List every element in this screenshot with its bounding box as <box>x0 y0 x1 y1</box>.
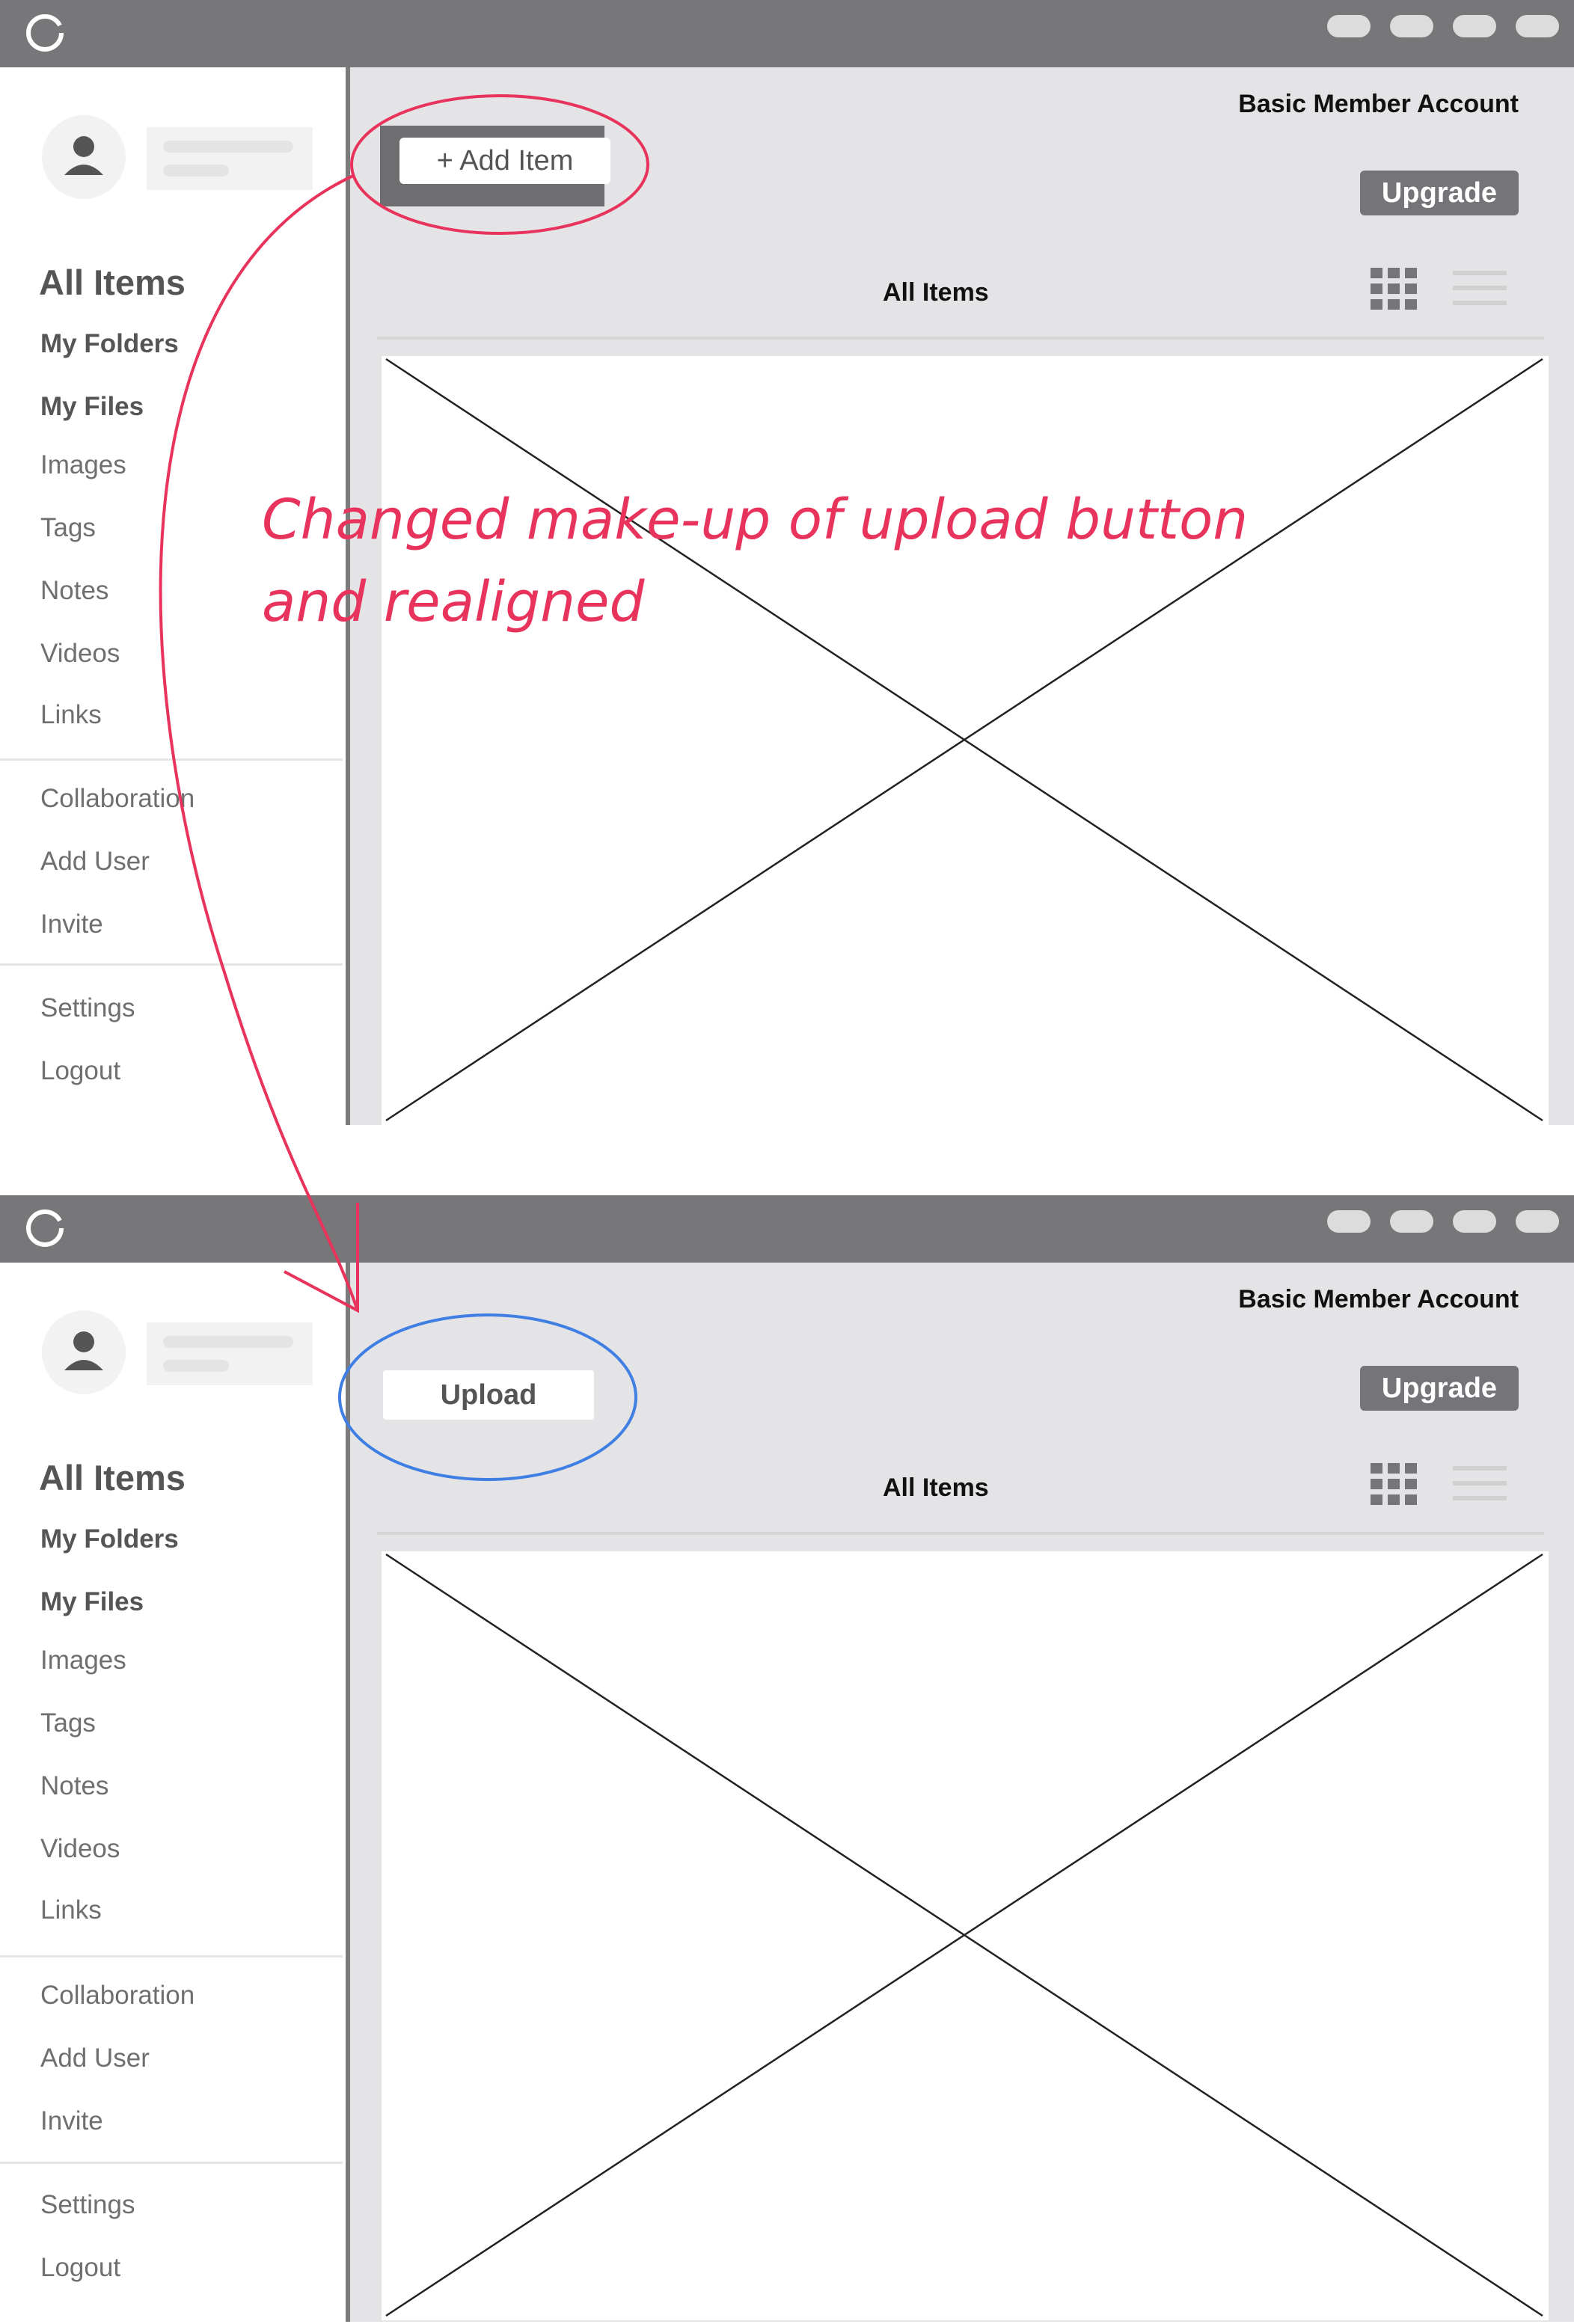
sidebar-item-my-folders[interactable]: My Folders <box>40 329 179 359</box>
sidebar-divider <box>0 963 343 966</box>
upload-button[interactable]: Upload <box>383 1370 594 1420</box>
sidebar-item-logout[interactable]: Logout <box>40 1056 120 1086</box>
window-control-button[interactable] <box>1516 15 1559 37</box>
upgrade-button[interactable]: Upgrade <box>1360 171 1519 215</box>
window-control-button[interactable] <box>1453 15 1496 37</box>
user-name-placeholder <box>147 127 313 190</box>
sidebar-title[interactable]: All Items <box>39 1457 186 1498</box>
account-type-label: Basic Member Account <box>1238 1285 1519 1313</box>
add-item-container: + Add Item <box>380 126 610 206</box>
main-panel: Upload Basic Member Account Upgrade All … <box>346 1263 1574 2322</box>
sidebar-divider <box>0 758 343 761</box>
sidebar-item-add-user[interactable]: Add User <box>40 847 150 877</box>
sidebar-item-images[interactable]: Images <box>40 450 126 480</box>
app-logo-icon <box>26 14 64 52</box>
sidebar-divider <box>0 1955 343 1957</box>
window-control-button[interactable] <box>1453 1210 1496 1233</box>
sidebar-item-logout[interactable]: Logout <box>40 2253 120 2283</box>
annotation-note: Changed make-up of upload button and rea… <box>262 479 1309 643</box>
user-icon <box>64 1331 103 1370</box>
content-image-placeholder <box>382 356 1549 1125</box>
upgrade-button[interactable]: Upgrade <box>1360 1366 1519 1411</box>
sidebar-item-my-files[interactable]: My Files <box>40 1587 144 1617</box>
sidebar-item-videos[interactable]: Videos <box>40 1834 120 1864</box>
account-type-label: Basic Member Account <box>1238 90 1519 118</box>
avatar[interactable] <box>42 115 126 199</box>
sidebar-item-tags[interactable]: Tags <box>40 513 96 543</box>
user-name-placeholder <box>147 1322 313 1385</box>
title-bar <box>0 1195 1574 1263</box>
placeholder-cross-icon <box>385 1553 1543 2317</box>
wireframe-after: All Items My Folders My Files Images Tag… <box>0 1195 1574 2322</box>
sidebar-item-videos[interactable]: Videos <box>40 639 120 669</box>
annotation-line-2: and realigned <box>262 570 645 634</box>
sidebar-divider <box>0 2162 343 2164</box>
sidebar-item-settings[interactable]: Settings <box>40 2190 135 2220</box>
sidebar-item-add-user[interactable]: Add User <box>40 2044 150 2073</box>
title-bar <box>0 0 1574 67</box>
sidebar-item-notes[interactable]: Notes <box>40 1771 108 1801</box>
sidebar-item-collaboration[interactable]: Collaboration <box>40 1981 195 2011</box>
sidebar-item-links[interactable]: Links <box>40 700 102 730</box>
add-item-button[interactable]: + Add Item <box>399 138 610 184</box>
window-control-button[interactable] <box>1390 1210 1433 1233</box>
content-image-placeholder <box>382 1551 1549 2320</box>
sidebar-item-my-files[interactable]: My Files <box>40 392 144 422</box>
grid-view-icon[interactable] <box>1371 268 1417 310</box>
sidebar-item-invite[interactable]: Invite <box>40 2106 103 2136</box>
list-view-icon[interactable] <box>1453 268 1507 310</box>
grid-view-icon[interactable] <box>1371 1463 1417 1505</box>
sidebar-item-my-folders[interactable]: My Folders <box>40 1524 179 1554</box>
sidebar-title[interactable]: All Items <box>39 262 186 303</box>
window-control-button[interactable] <box>1327 1210 1371 1233</box>
placeholder-cross-icon <box>385 358 1543 1122</box>
sidebar-item-links[interactable]: Links <box>40 1895 102 1925</box>
sidebar-item-notes[interactable]: Notes <box>40 576 108 606</box>
app-logo-icon <box>26 1209 64 1247</box>
annotation-line-1: Changed make-up of upload button <box>262 488 1249 552</box>
sidebar-item-invite[interactable]: Invite <box>40 910 103 939</box>
list-view-icon[interactable] <box>1453 1463 1507 1505</box>
window-control-button[interactable] <box>1390 15 1433 37</box>
window-control-button[interactable] <box>1327 15 1371 37</box>
header-divider <box>377 1532 1544 1535</box>
section-title: All Items <box>883 1474 989 1502</box>
user-icon <box>64 136 103 175</box>
header-divider <box>377 337 1544 340</box>
section-title: All Items <box>883 278 989 307</box>
sidebar-item-tags[interactable]: Tags <box>40 1708 96 1738</box>
sidebar-item-images[interactable]: Images <box>40 1646 126 1675</box>
sidebar-item-collaboration[interactable]: Collaboration <box>40 784 195 814</box>
sidebar-item-settings[interactable]: Settings <box>40 993 135 1023</box>
avatar[interactable] <box>42 1310 126 1394</box>
window-control-button[interactable] <box>1516 1210 1559 1233</box>
